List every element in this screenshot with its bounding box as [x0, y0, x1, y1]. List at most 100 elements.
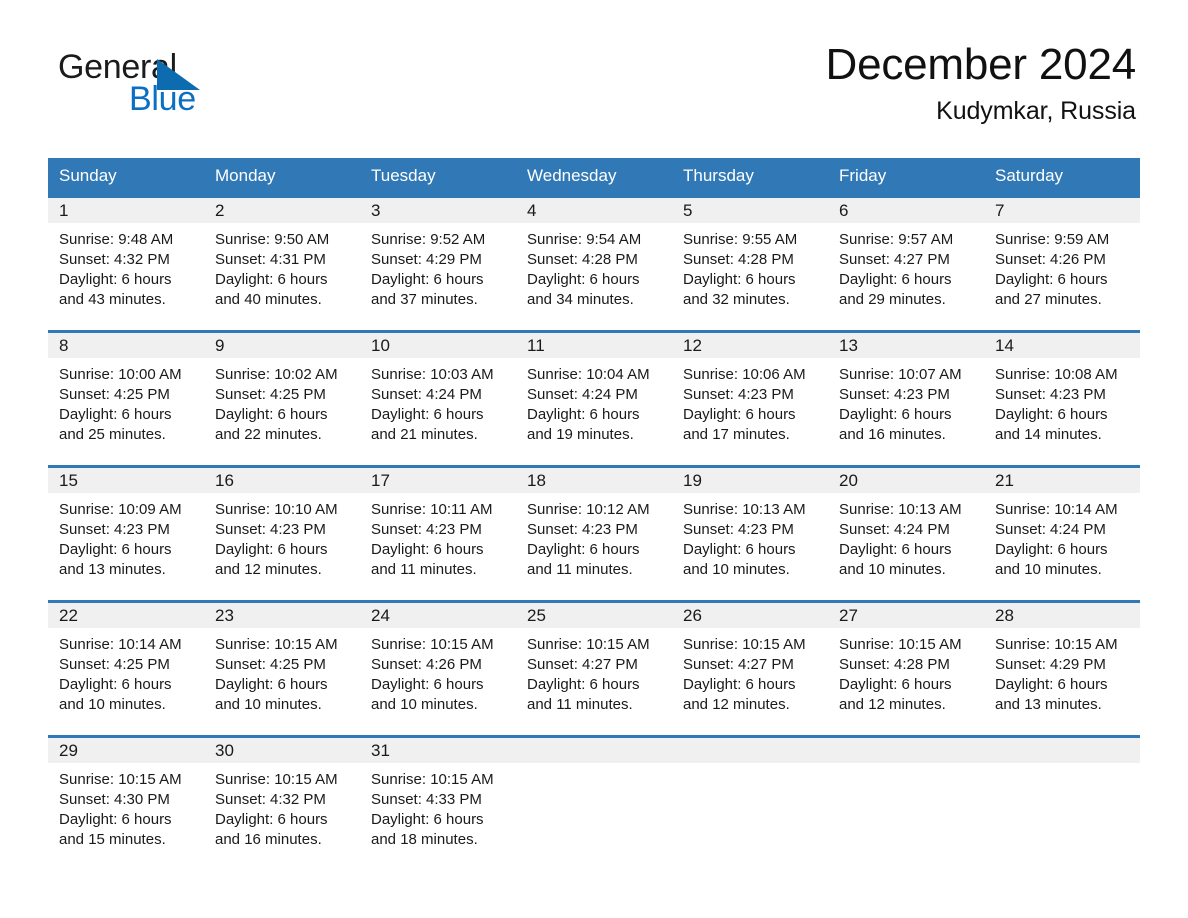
sunrise-line: Sunrise: 10:07 AM [839, 366, 962, 383]
calendar-day-cell[interactable]: 9 Sunrise: 10:02 AM Sunset: 4:25 PM Dayligh… [204, 330, 360, 467]
calendar-day-cell[interactable]: 20 Sunrise: 10:13 AM Sunset: 4:24 PM Daylig… [828, 465, 984, 602]
calendar-day-cell[interactable]: 10 Sunrise: 10:03 AM Sunset: 4:24 PM Daylig… [360, 330, 516, 467]
date-strip: 29 [48, 738, 204, 763]
daylight-line-2: and 32 minutes. [683, 291, 790, 308]
calendar-day-cell[interactable]: 17 Sunrise: 10:11 AM Sunset: 4:23 PM Daylig… [360, 465, 516, 602]
calendar-day-cell[interactable]: 8 Sunrise: 10:00 AM Sunset: 4:25 PM Dayligh… [48, 330, 204, 467]
day-cell-body: Sunrise: 10:04 AM Sunset: 4:24 PM Daylight… [516, 358, 672, 445]
calendar-day-cell[interactable]: 15 Sunrise: 10:09 AM Sunset: 4:23 PM Daylig… [48, 465, 204, 602]
daylight-line-2: and 19 minutes. [527, 426, 634, 443]
sunset-line: Sunset: 4:28 PM [839, 656, 950, 673]
calendar-day-cell[interactable]: 31 Sunrise: 10:15 AM Sunset: 4:33 PM Daylig… [360, 735, 516, 870]
date-strip: 20 [828, 468, 984, 493]
date-strip: 15 [48, 468, 204, 493]
day-cell-body: Sunrise: 10:14 AM Sunset: 4:25 PM Daylight… [48, 628, 204, 715]
sunset-line: Sunset: 4:27 PM [683, 656, 794, 673]
calendar-day-cell[interactable]: 11 Sunrise: 10:04 AM Sunset: 4:24 PM Daylig… [516, 330, 672, 467]
day-cell-inner: 30 Sunrise: 10:15 AM Sunset: 4:32 PM Daylig… [204, 738, 360, 870]
daylight-line-1: Daylight: 6 hours [527, 406, 640, 423]
calendar-day-cell[interactable]: 5 Sunrise: 9:55 AM Sunset: 4:28 PM Daylight… [672, 195, 828, 332]
date-strip: 31 [360, 738, 516, 763]
sunrise-line: Sunrise: 10:10 AM [215, 501, 338, 518]
day-cell-inner: 8 Sunrise: 10:00 AM Sunset: 4:25 PM Dayligh… [48, 333, 204, 465]
calendar-day-cell[interactable]: 22 Sunrise: 10:14 AM Sunset: 4:25 PM Daylig… [48, 600, 204, 737]
date-strip: 14 [984, 333, 1140, 358]
date-strip [828, 738, 984, 763]
day-cell-inner: 12 Sunrise: 10:06 AM Sunset: 4:23 PM Daylig… [672, 333, 828, 465]
calendar-day-cell[interactable]: 6 Sunrise: 9:57 AM Sunset: 4:27 PM Daylight… [828, 195, 984, 332]
calendar-table: Sunday Monday Tuesday Wednesday Thursday… [48, 158, 1140, 870]
calendar-day-cell[interactable]: 4 Sunrise: 9:54 AM Sunset: 4:28 PM Daylight… [516, 195, 672, 332]
calendar-day-cell[interactable]: 1 Sunrise: 9:48 AM Sunset: 4:32 PM Daylight… [48, 195, 204, 332]
calendar-day-cell[interactable]: 21 Sunrise: 10:14 AM Sunset: 4:24 PM Daylig… [984, 465, 1140, 602]
calendar-day-cell[interactable]: 25 Sunrise: 10:15 AM Sunset: 4:27 PM Daylig… [516, 600, 672, 737]
day-cell-body: Sunrise: 10:15 AM Sunset: 4:27 PM Daylight… [516, 628, 672, 715]
weekday-header-wednesday: Wednesday [516, 158, 672, 197]
sunset-line: Sunset: 4:31 PM [215, 251, 326, 268]
day-number: 10 [371, 336, 390, 355]
weekday-header-thursday: Thursday [672, 158, 828, 197]
calendar-day-cell[interactable]: 28 Sunrise: 10:15 AM Sunset: 4:29 PM Daylig… [984, 600, 1140, 737]
date-strip: 28 [984, 603, 1140, 628]
sunrise-line: Sunrise: 10:15 AM [683, 636, 806, 653]
sunrise-line: Sunrise: 10:15 AM [839, 636, 962, 653]
date-strip: 11 [516, 333, 672, 358]
location-subtitle: Kudymkar, Russia [936, 97, 1136, 126]
daylight-line-1: Daylight: 6 hours [59, 406, 172, 423]
calendar-day-cell[interactable]: 13 Sunrise: 10:07 AM Sunset: 4:23 PM Daylig… [828, 330, 984, 467]
day-cell-inner: 20 Sunrise: 10:13 AM Sunset: 4:24 PM Daylig… [828, 468, 984, 600]
day-cell-body [984, 763, 1140, 770]
day-number: 23 [215, 606, 234, 625]
sunrise-line: Sunrise: 10:02 AM [215, 366, 338, 383]
sunset-line: Sunset: 4:25 PM [59, 656, 170, 673]
day-number: 3 [371, 201, 381, 220]
sunset-line: Sunset: 4:24 PM [839, 521, 950, 538]
page-title: December 2024 [825, 40, 1137, 89]
day-number: 17 [371, 471, 390, 490]
calendar-day-cell[interactable]: 30 Sunrise: 10:15 AM Sunset: 4:32 PM Daylig… [204, 735, 360, 870]
sunrise-line: Sunrise: 10:09 AM [59, 501, 182, 518]
calendar-day-cell[interactable]: 3 Sunrise: 9:52 AM Sunset: 4:29 PM Daylight… [360, 195, 516, 332]
calendar-day-cell[interactable]: 26 Sunrise: 10:15 AM Sunset: 4:27 PM Daylig… [672, 600, 828, 737]
day-cell-body: Sunrise: 9:57 AM Sunset: 4:27 PM Daylight:… [828, 223, 984, 310]
calendar-day-cell[interactable]: 7 Sunrise: 9:59 AM Sunset: 4:26 PM Daylight… [984, 195, 1140, 332]
day-cell-body: Sunrise: 10:03 AM Sunset: 4:24 PM Daylight… [360, 358, 516, 445]
sunrise-line: Sunrise: 9:54 AM [527, 231, 642, 248]
daylight-line-2: and 14 minutes. [995, 426, 1102, 443]
day-cell-body: Sunrise: 10:15 AM Sunset: 4:26 PM Daylight… [360, 628, 516, 715]
calendar-day-cell[interactable]: 12 Sunrise: 10:06 AM Sunset: 4:23 PM Daylig… [672, 330, 828, 467]
day-cell-body: Sunrise: 9:48 AM Sunset: 4:32 PM Daylight:… [48, 223, 204, 310]
calendar-day-cell[interactable]: 23 Sunrise: 10:15 AM Sunset: 4:25 PM Daylig… [204, 600, 360, 737]
day-number: 2 [215, 201, 225, 220]
calendar-week-row: 8 Sunrise: 10:00 AM Sunset: 4:25 PM Dayligh… [48, 330, 1140, 467]
calendar-day-cell[interactable]: 14 Sunrise: 10:08 AM Sunset: 4:23 PM Daylig… [984, 330, 1140, 467]
calendar-day-cell[interactable]: 16 Sunrise: 10:10 AM Sunset: 4:23 PM Daylig… [204, 465, 360, 602]
day-number: 14 [995, 336, 1014, 355]
calendar-day-cell[interactable]: 2 Sunrise: 9:50 AM Sunset: 4:31 PM Daylight… [204, 195, 360, 332]
calendar-day-cell[interactable]: 29 Sunrise: 10:15 AM Sunset: 4:30 PM Daylig… [48, 735, 204, 870]
sunrise-line: Sunrise: 10:12 AM [527, 501, 650, 518]
calendar-day-cell[interactable]: 27 Sunrise: 10:15 AM Sunset: 4:28 PM Daylig… [828, 600, 984, 737]
calendar-day-cell[interactable]: 18 Sunrise: 10:12 AM Sunset: 4:23 PM Daylig… [516, 465, 672, 602]
sunset-line: Sunset: 4:26 PM [995, 251, 1106, 268]
day-cell-inner: 4 Sunrise: 9:54 AM Sunset: 4:28 PM Daylight… [516, 198, 672, 330]
daylight-line-1: Daylight: 6 hours [839, 271, 952, 288]
daylight-line-1: Daylight: 6 hours [527, 676, 640, 693]
day-cell-inner: 29 Sunrise: 10:15 AM Sunset: 4:30 PM Daylig… [48, 738, 204, 870]
calendar-day-cell[interactable]: 19 Sunrise: 10:13 AM Sunset: 4:23 PM Daylig… [672, 465, 828, 602]
day-cell-body: Sunrise: 10:10 AM Sunset: 4:23 PM Daylight… [204, 493, 360, 580]
daylight-line-2: and 10 minutes. [59, 696, 166, 713]
daylight-line-2: and 12 minutes. [683, 696, 790, 713]
day-cell-inner: 31 Sunrise: 10:15 AM Sunset: 4:33 PM Daylig… [360, 738, 516, 870]
daylight-line-2: and 21 minutes. [371, 426, 478, 443]
daylight-line-2: and 16 minutes. [839, 426, 946, 443]
day-cell-inner [672, 738, 828, 870]
calendar-day-cell[interactable]: 24 Sunrise: 10:15 AM Sunset: 4:26 PM Daylig… [360, 600, 516, 737]
daylight-line-1: Daylight: 6 hours [371, 676, 484, 693]
sunset-line: Sunset: 4:23 PM [683, 521, 794, 538]
day-number: 31 [371, 741, 390, 760]
date-strip: 19 [672, 468, 828, 493]
day-cell-body: Sunrise: 9:59 AM Sunset: 4:26 PM Daylight:… [984, 223, 1140, 310]
generalblue-logo[interactable]: General Blue [58, 48, 358, 128]
day-cell-body [516, 763, 672, 770]
